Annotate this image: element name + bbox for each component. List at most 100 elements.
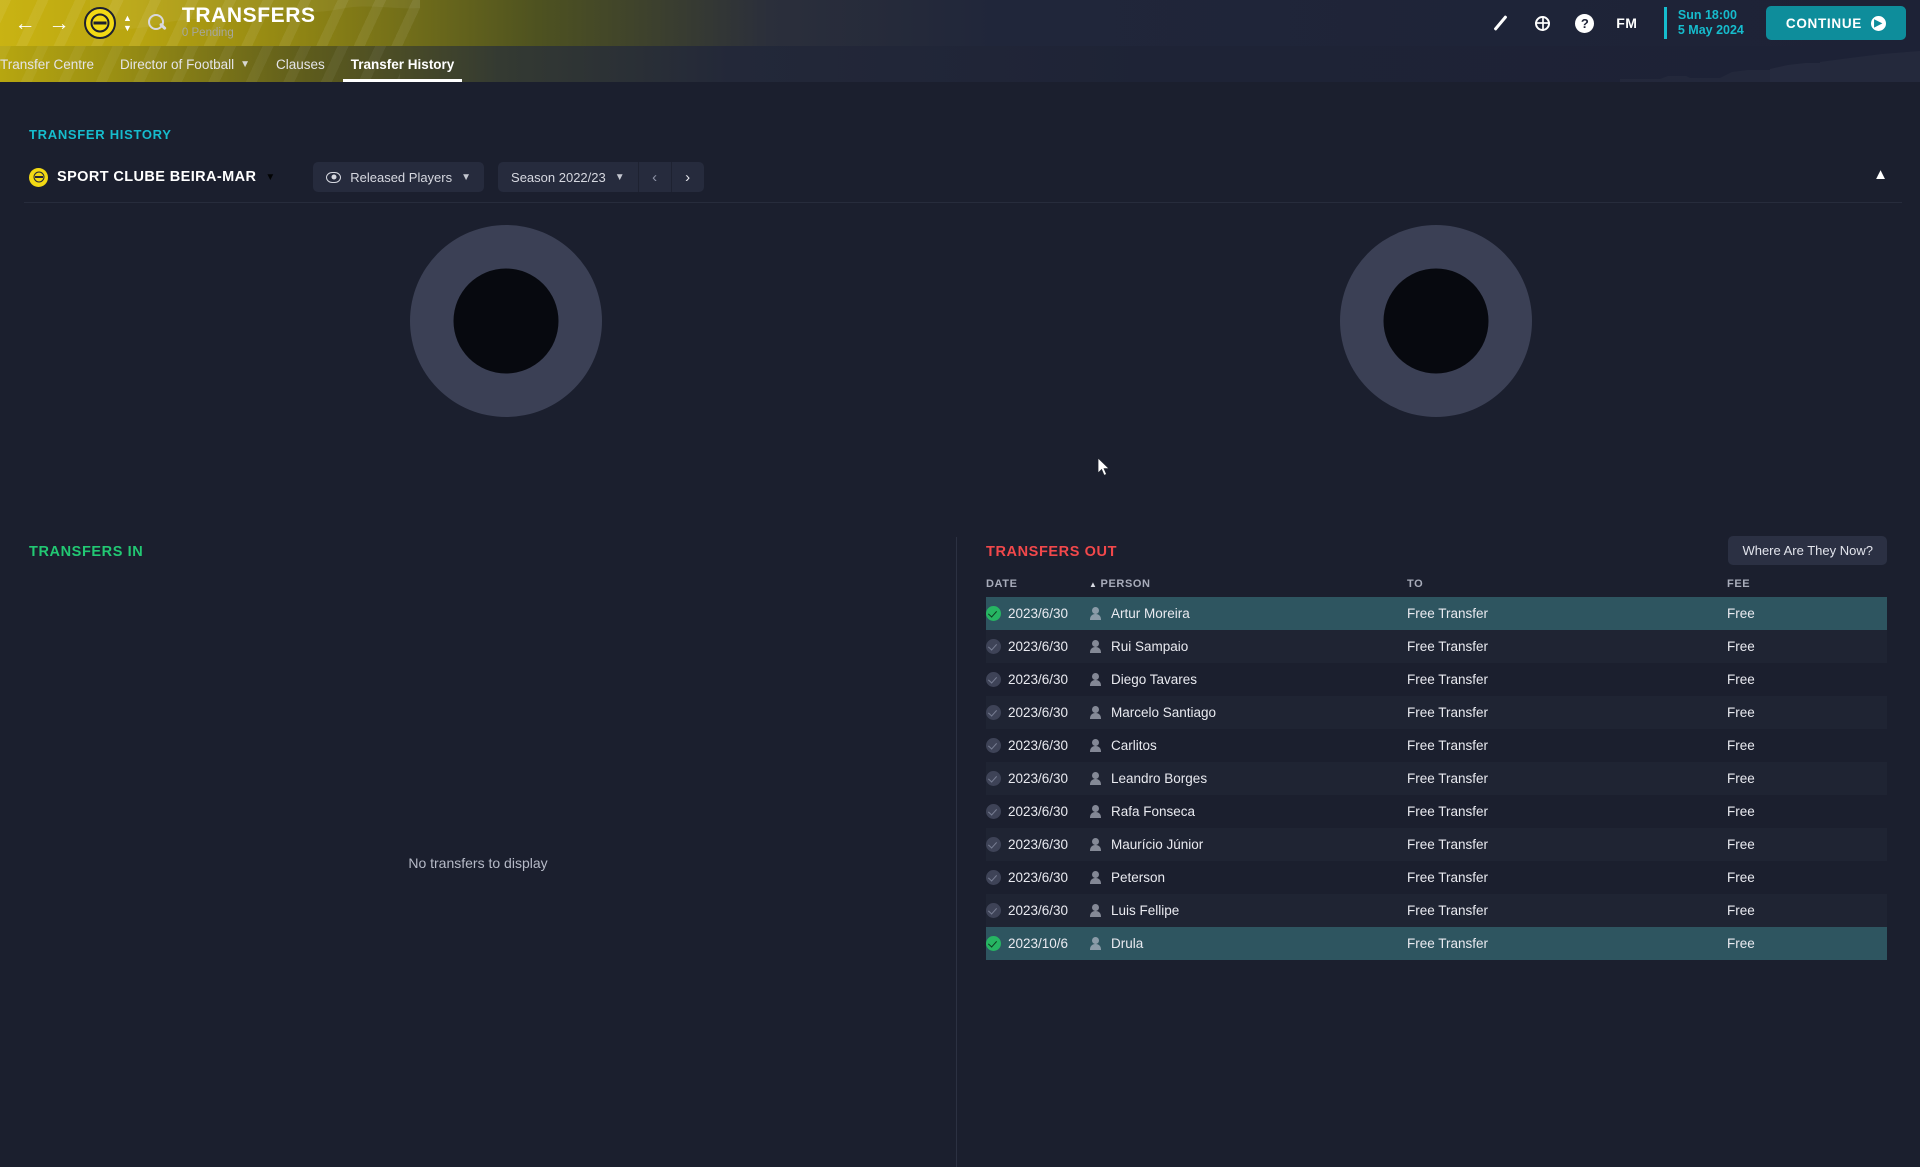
column-header-fee[interactable]: FEE (1727, 578, 1887, 590)
chevron-up-icon[interactable]: ▲ (1873, 166, 1888, 183)
cell-to: Free Transfer (1407, 638, 1489, 654)
tab-transfer-centre[interactable]: Transfer Centre (0, 57, 94, 82)
transfers-in-panel: TRANSFERS IN No transfers to display (0, 530, 956, 1167)
column-header-person[interactable]: ▲ PERSON (1089, 578, 1407, 590)
fm-logo: FM (1616, 15, 1638, 31)
eye-icon (326, 171, 342, 183)
cell-fee: Free (1727, 770, 1755, 786)
tab-transfer-history[interactable]: Transfer History (342, 57, 462, 82)
cell-to: Free Transfer (1407, 836, 1489, 852)
person-name-link[interactable]: Carlitos (1111, 738, 1157, 753)
cell-person: Drula (1089, 936, 1407, 951)
next-season-button[interactable]: › (670, 162, 704, 192)
chevron-down-icon: ▼ (123, 22, 132, 33)
person-name-link[interactable]: Maurício Júnior (1111, 837, 1203, 852)
cell-to: Free Transfer (1407, 935, 1489, 951)
cell-fee: Free (1727, 803, 1755, 819)
chevron-down-icon: ▼ (461, 171, 472, 183)
table-row[interactable]: 2023/10/6 Drula Free Transfer Free (986, 927, 1887, 960)
person-name-link[interactable]: Drula (1111, 936, 1143, 951)
club-crest-icon (29, 167, 48, 187)
previous-season-button[interactable]: ‹ (637, 162, 671, 192)
cell-to: Free Transfer (1407, 605, 1489, 621)
person-name-link[interactable]: Luis Fellipe (1111, 903, 1179, 918)
club-switcher-stepper[interactable]: ▲ ▼ (123, 13, 132, 33)
pending-circle-icon (986, 638, 1001, 654)
cell-date: 2023/6/30 (986, 638, 1089, 654)
table-row[interactable]: 2023/6/30 Luis Fellipe Free Transfer Free (986, 894, 1887, 927)
where-are-they-now-button[interactable]: Where Are They Now? (1728, 536, 1887, 565)
cell-fee: Free (1727, 671, 1755, 687)
cell-person: Peterson (1089, 870, 1407, 885)
season-selector[interactable]: Season 2022/23 ▼ (498, 162, 638, 192)
cell-fee: Free (1727, 605, 1755, 621)
continue-label: CONTINUE (1785, 15, 1862, 31)
table-row[interactable]: 2023/6/30 Marcelo Santiago Free Transfer Fr… (986, 696, 1887, 729)
club-crest-icon[interactable] (84, 7, 116, 39)
person-name-link[interactable]: Rui Sampaio (1111, 639, 1188, 654)
chevron-down-icon: ▼ (614, 171, 625, 183)
table-row[interactable]: 2023/6/30 Rui Sampaio Free Transfer Free (986, 630, 1887, 663)
cell-person: Artur Moreira (1089, 606, 1407, 621)
table-row[interactable]: 2023/6/30 Artur Moreira Free Transfer Free (986, 597, 1887, 630)
column-header-person-label: PERSON (1100, 578, 1151, 590)
pending-circle-icon (986, 737, 1001, 753)
page-title-block: TRANSFERS 0 Pending (182, 5, 316, 41)
tab-director-of-football[interactable]: Director of Football ▼ (120, 57, 250, 82)
person-icon (1089, 771, 1102, 785)
transfers-out-panel: TRANSFERS OUT Where Are They Now? DATE ▲… (956, 530, 1920, 1167)
club-selector[interactable]: SPORT CLUBE BEIRA-MAR ▼ (29, 167, 275, 187)
tab-label: Director of Football (120, 57, 235, 72)
cell-to: Free Transfer (1407, 770, 1489, 786)
person-name-link[interactable]: Leandro Borges (1111, 771, 1207, 786)
continue-button[interactable]: CONTINUE ▶ (1765, 6, 1906, 40)
help-icon[interactable]: ? (1564, 0, 1606, 46)
date-text: 2023/6/30 (1008, 770, 1069, 786)
person-icon (1089, 738, 1102, 752)
cell-person: Leandro Borges (1089, 771, 1407, 786)
pending-circle-icon (986, 671, 1001, 687)
arrow-right-circle-icon: ▶ (1871, 15, 1886, 31)
date-text: 2023/6/30 (1008, 737, 1069, 753)
released-players-label: Released Players (350, 169, 453, 185)
person-name-link[interactable]: Diego Tavares (1111, 672, 1197, 687)
table-row[interactable]: 2023/6/30 Rafa Fonseca Free Transfer Free (986, 795, 1887, 828)
table-row[interactable]: 2023/6/30 Leandro Borges Free Transfer Free (986, 762, 1887, 795)
pending-circle-icon (986, 704, 1001, 720)
cell-date: 2023/10/6 (986, 935, 1089, 951)
cell-date: 2023/6/30 (986, 836, 1089, 852)
transfers-out-table: 2023/6/30 Artur Moreira Free Transfer Free 2… (986, 597, 1887, 960)
search-icon[interactable] (146, 12, 168, 34)
table-row[interactable]: 2023/6/30 Maurício Júnior Free Transfer Fre… (986, 828, 1887, 861)
globe-icon[interactable] (1522, 0, 1564, 46)
date-text: 2023/10/6 (1008, 935, 1069, 951)
cell-date: 2023/6/30 (986, 737, 1089, 753)
person-name-link[interactable]: Marcelo Santiago (1111, 705, 1216, 720)
mouse-cursor (1098, 458, 1110, 476)
person-name-link[interactable]: Artur Moreira (1111, 606, 1190, 621)
cell-fee: Free (1727, 737, 1755, 753)
table-row[interactable]: 2023/6/30 Carlitos Free Transfer Free (986, 729, 1887, 762)
table-row[interactable]: 2023/6/30 Peterson Free Transfer Free (986, 861, 1887, 894)
person-icon (1089, 804, 1102, 818)
tab-clauses[interactable]: Clauses (276, 57, 325, 82)
back-icon[interactable]: ← (8, 0, 42, 46)
table-row[interactable]: 2023/6/30 Diego Tavares Free Transfer Free (986, 663, 1887, 696)
club-name-label: SPORT CLUBE BEIRA-MAR (57, 169, 257, 185)
person-icon (1089, 639, 1102, 653)
released-players-filter[interactable]: Released Players ▼ (313, 162, 485, 192)
person-name-link[interactable]: Peterson (1111, 870, 1165, 885)
stadium-skyline-decoration (1620, 46, 1920, 82)
cell-fee: Free (1727, 902, 1755, 918)
date-text: 2023/6/30 (1008, 902, 1069, 918)
cell-to: Free Transfer (1407, 737, 1489, 753)
person-icon (1089, 837, 1102, 851)
column-header-to[interactable]: TO (1407, 578, 1727, 590)
transfers-in-heading: TRANSFERS IN (29, 544, 144, 560)
date-text: 2023/6/30 (1008, 836, 1069, 852)
person-name-link[interactable]: Rafa Fonseca (1111, 804, 1195, 819)
pencil-icon[interactable] (1480, 0, 1522, 46)
forward-icon[interactable]: → (42, 0, 76, 46)
column-header-date[interactable]: DATE (986, 578, 1089, 590)
tab-label: Clauses (276, 57, 325, 72)
